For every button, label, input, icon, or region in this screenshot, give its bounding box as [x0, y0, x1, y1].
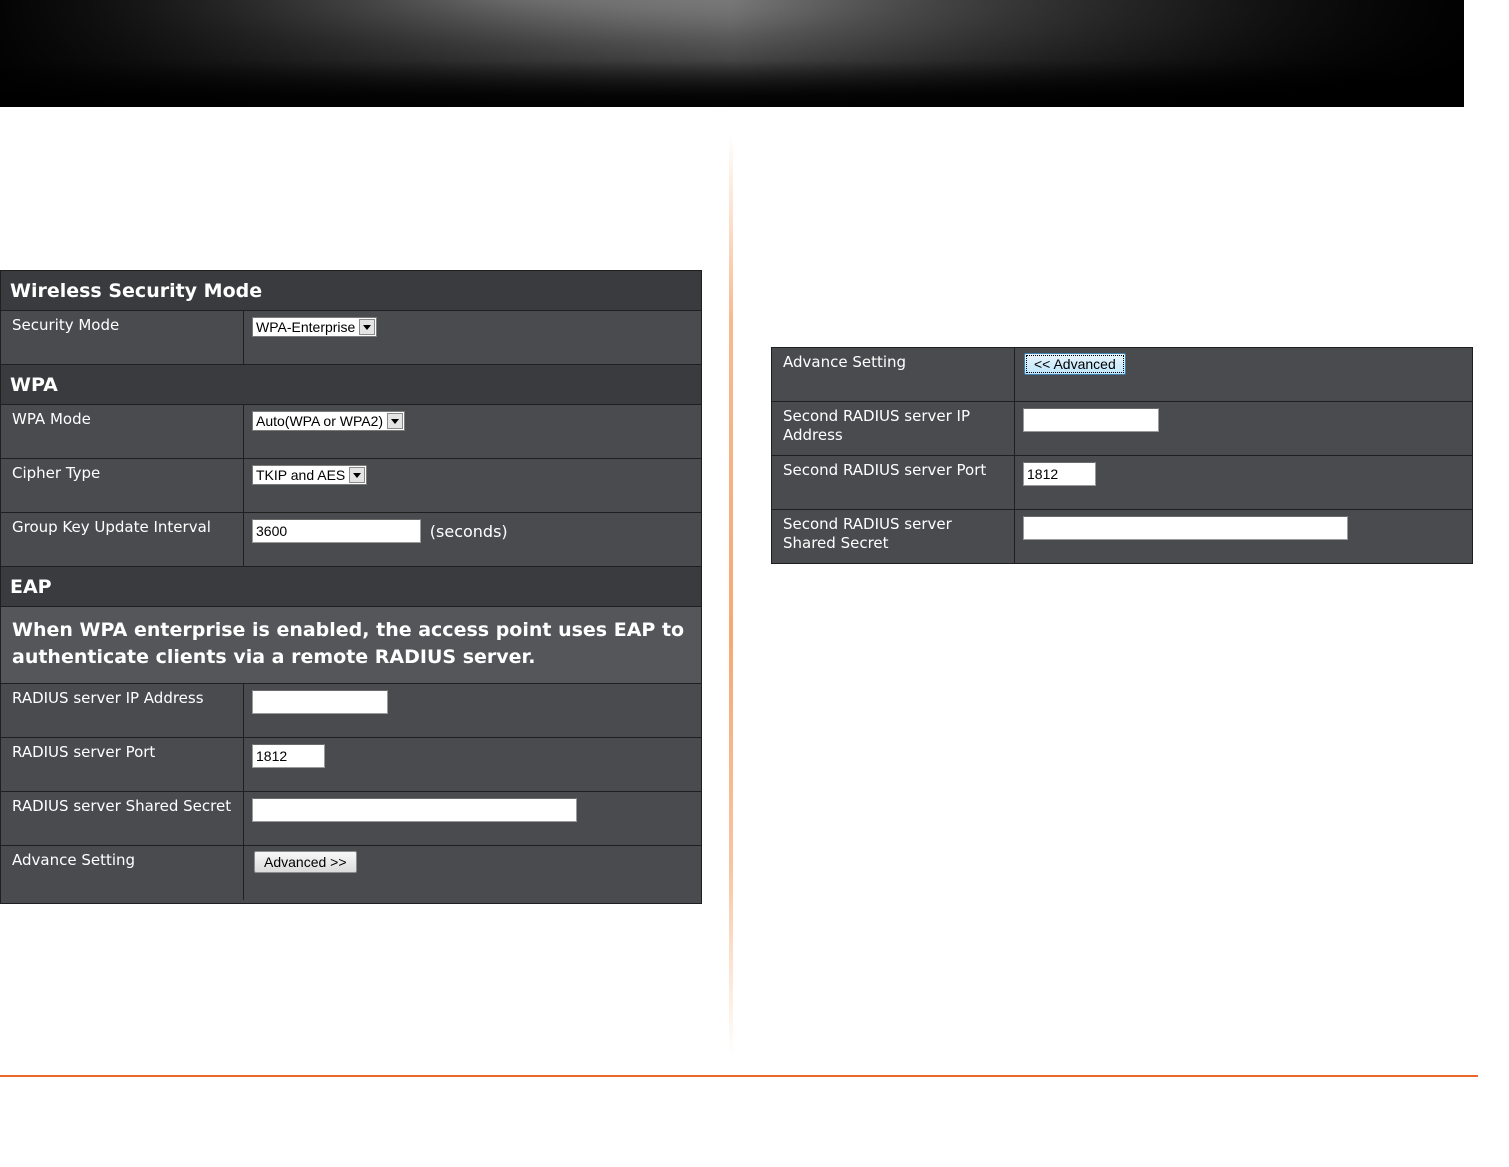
section-header-eap: EAP [1, 567, 701, 607]
cipher-type-label: Cipher Type [1, 459, 244, 512]
second-radius-secret-input[interactable] [1023, 516, 1348, 540]
advanced-radius-settings-panel: Advance Setting << Advanced Second RADIU… [771, 347, 1473, 564]
header-banner [0, 0, 1464, 107]
radius-port-label: RADIUS server Port [1, 738, 244, 791]
radius-secret-input[interactable] [252, 798, 577, 822]
right-advance-setting-label: Advance Setting [772, 348, 1015, 401]
group-key-interval-input[interactable]: 3600 [252, 519, 421, 543]
radius-port-row: RADIUS server Port 1812 [1, 738, 701, 792]
radius-ip-row: RADIUS server IP Address [1, 684, 701, 738]
security-mode-select[interactable]: WPA-Enterprise [252, 317, 378, 337]
section-header-wpa: WPA [1, 365, 701, 405]
cipher-type-row: Cipher Type TKIP and AES [1, 459, 701, 513]
advance-setting-row: Advance Setting Advanced >> [1, 846, 701, 900]
chevron-down-icon[interactable] [387, 413, 404, 429]
second-radius-port-row: Second RADIUS server Port 1812 [772, 456, 1472, 510]
footer-rule [0, 1075, 1478, 1077]
advanced-expand-button[interactable]: Advanced >> [254, 851, 357, 873]
wpa-mode-selected-value: Auto(WPA or WPA2) [256, 413, 384, 429]
second-radius-port-label: Second RADIUS server Port [772, 456, 1015, 509]
radius-port-input[interactable]: 1812 [252, 744, 325, 768]
second-radius-ip-label: Second RADIUS server IP Address [772, 402, 1015, 455]
eap-description: When WPA enterprise is enabled, the acce… [1, 607, 701, 684]
group-key-row: Group Key Update Interval 3600 (seconds) [1, 513, 701, 567]
second-radius-secret-row: Second RADIUS server Shared Secret [772, 510, 1472, 564]
group-key-unit-label: (seconds) [429, 521, 508, 541]
security-mode-row: Security Mode WPA-Enterprise [1, 311, 701, 365]
radius-ip-input[interactable] [252, 690, 388, 714]
second-radius-ip-row: Second RADIUS server IP Address [772, 402, 1472, 456]
radius-ip-label: RADIUS server IP Address [1, 684, 244, 737]
wpa-mode-select[interactable]: Auto(WPA or WPA2) [252, 411, 406, 431]
second-radius-ip-input[interactable] [1023, 408, 1159, 432]
advanced-collapse-button[interactable]: << Advanced [1024, 353, 1126, 375]
cipher-type-select[interactable]: TKIP and AES [252, 465, 368, 485]
group-key-label: Group Key Update Interval [1, 513, 244, 566]
chevron-down-icon[interactable] [359, 319, 376, 335]
advance-setting-label: Advance Setting [1, 846, 244, 900]
chevron-down-icon[interactable] [349, 467, 366, 483]
wpa-mode-label: WPA Mode [1, 405, 244, 458]
second-radius-port-input[interactable]: 1812 [1023, 462, 1096, 486]
second-radius-secret-label: Second RADIUS server Shared Secret [772, 510, 1015, 564]
column-divider [729, 135, 733, 1055]
right-advance-setting-row: Advance Setting << Advanced [772, 348, 1472, 402]
radius-secret-row: RADIUS server Shared Secret [1, 792, 701, 846]
security-mode-selected-value: WPA-Enterprise [256, 319, 356, 335]
security-mode-label: Security Mode [1, 311, 244, 364]
radius-secret-label: RADIUS server Shared Secret [1, 792, 244, 845]
section-header-wireless-security-mode: Wireless Security Mode [1, 271, 701, 311]
wpa-enterprise-settings-panel: Wireless Security Mode Security Mode WPA… [0, 270, 702, 904]
cipher-type-selected-value: TKIP and AES [256, 467, 346, 483]
wpa-mode-row: WPA Mode Auto(WPA or WPA2) [1, 405, 701, 459]
